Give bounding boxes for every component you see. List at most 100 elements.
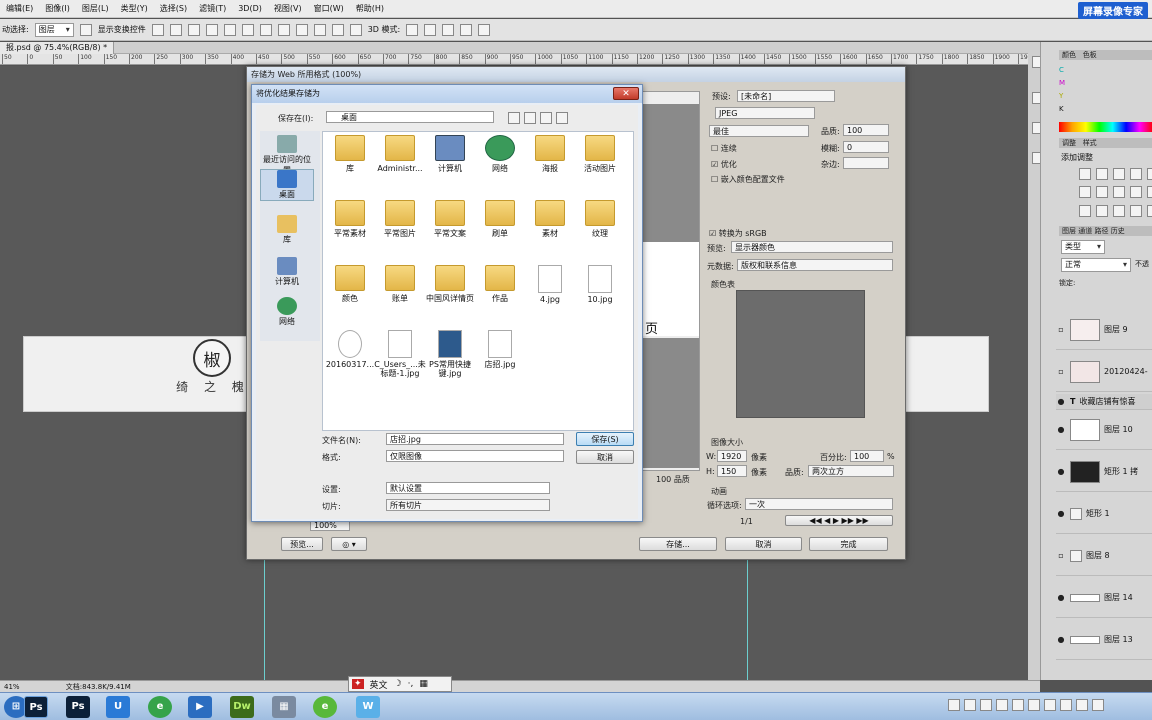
system-tray[interactable] (948, 699, 1148, 715)
tray-icon[interactable] (1012, 699, 1024, 711)
file-item[interactable]: 颜色 (322, 265, 378, 303)
file-item[interactable]: 平常文案 (422, 200, 478, 238)
preview-button[interactable]: 预览... (281, 537, 323, 551)
file-item[interactable]: 店招.jpg (472, 330, 528, 369)
tray-icon[interactable] (1028, 699, 1040, 711)
menu-select[interactable]: 选择(S) (154, 0, 193, 18)
distribute-left-icon[interactable] (313, 23, 326, 36)
auto-select-dropdown[interactable]: 图层 (34, 22, 74, 37)
taskbar-browser[interactable]: e (148, 696, 172, 718)
layer-row[interactable]: ● T 收藏店铺有惊喜 (1056, 394, 1152, 410)
embed-profile-checkbox[interactable]: ☐ 嵌入颜色配置文件 (711, 174, 785, 185)
eye-icon[interactable]: ● (1056, 635, 1066, 644)
quality-input[interactable]: 100 (843, 124, 889, 136)
show-transform-checkbox[interactable] (79, 23, 92, 36)
taskbar-dreamweaver[interactable]: Dw (230, 696, 254, 718)
taskbar-image-viewer[interactable]: ▦ (272, 696, 296, 718)
height-input[interactable]: 150 (717, 465, 747, 477)
eye-icon[interactable]: ● (1056, 467, 1066, 476)
menu-help[interactable]: 帮助(H) (350, 0, 390, 18)
align-center-icon[interactable] (223, 23, 236, 36)
align-left-icon[interactable] (205, 23, 218, 36)
tray-icon[interactable] (1044, 699, 1056, 711)
up-folder-icon[interactable] (524, 112, 536, 124)
menu-layer[interactable]: 图层(L) (76, 0, 115, 18)
optimized-checkbox[interactable]: ☑ 优化 (711, 159, 737, 170)
3d-rotate-icon[interactable] (406, 23, 419, 36)
menu-view[interactable]: 视图(V) (268, 0, 308, 18)
optimized-preview-pane[interactable]: 页 (642, 91, 700, 471)
save-in-dropdown[interactable]: 桌面 (326, 111, 494, 123)
file-item[interactable]: 素材 (522, 200, 578, 238)
file-item[interactable]: 海报 (522, 135, 578, 173)
layer-row[interactable]: ● 矩形 1 (1056, 494, 1152, 534)
loop-dropdown[interactable]: 一次 (745, 498, 893, 510)
visibility-off-icon[interactable]: ▫ (1056, 367, 1066, 376)
tray-icon[interactable] (964, 699, 976, 711)
tab-layers[interactable]: 图层 (1062, 227, 1076, 235)
tab-color[interactable]: 颜色 (1062, 51, 1076, 59)
file-item[interactable]: 账单 (372, 265, 428, 303)
taskbar-browser-green[interactable]: e (313, 696, 337, 718)
progressive-checkbox[interactable]: ☐ 连续 (711, 143, 737, 154)
file-item[interactable]: 活动图片 (572, 135, 628, 173)
distribute-right-icon[interactable] (349, 23, 362, 36)
layer-row[interactable]: ▫ 图层 9 (1056, 310, 1152, 350)
layer-row[interactable]: ● 矩形 1 拷 (1056, 452, 1152, 492)
file-item[interactable]: 20160317... (322, 330, 378, 369)
file-item[interactable]: Administr... (372, 135, 428, 173)
preset-dropdown[interactable]: [未命名] (737, 90, 835, 102)
status-zoom[interactable]: 41% (0, 683, 24, 691)
document-tab[interactable]: 报.psd @ 75.4%(RGB/8) * (0, 42, 115, 54)
filename-input[interactable]: 店招.jpg (386, 433, 564, 445)
file-item[interactable]: 纹理 (572, 200, 628, 238)
place-desktop[interactable]: 桌面 (260, 169, 314, 201)
menu-image[interactable]: 图像(I) (39, 0, 76, 18)
quality-level-dropdown[interactable]: 最佳 (709, 125, 809, 137)
ime-punct-icon[interactable]: ·, (408, 679, 414, 689)
eye-icon[interactable]: ● (1056, 509, 1066, 518)
tray-icon[interactable] (1060, 699, 1072, 711)
close-button[interactable]: ✕ (613, 87, 639, 100)
file-item[interactable]: 平常素材 (322, 200, 378, 238)
tray-icon[interactable] (996, 699, 1008, 711)
cancel-web-button[interactable]: 取消 (725, 537, 802, 551)
done-button[interactable]: 完成 (809, 537, 888, 551)
taskbar-player[interactable]: ▶ (188, 696, 212, 718)
browser-preview-dropdown[interactable]: ◎ ▾ (331, 537, 367, 551)
menu-window[interactable]: 窗口(W) (308, 0, 350, 18)
ime-logo-icon[interactable]: ✦ (352, 679, 364, 689)
distribute-bottom-icon[interactable] (295, 23, 308, 36)
tab-swatches[interactable]: 色板 (1083, 51, 1097, 59)
tray-icon[interactable] (1076, 699, 1088, 711)
cancel-button[interactable]: 取消 (576, 450, 634, 464)
new-folder-icon[interactable] (540, 112, 552, 124)
3d-scale-icon[interactable] (478, 23, 491, 36)
file-item[interactable]: 4.jpg (522, 265, 578, 304)
resample-dropdown[interactable]: 两次立方 (808, 465, 894, 477)
back-icon[interactable] (508, 112, 520, 124)
ime-mode-toggle[interactable]: 英文 (370, 678, 388, 691)
distribute-top-icon[interactable] (259, 23, 272, 36)
distribute-center-icon[interactable] (331, 23, 344, 36)
3d-roll-icon[interactable] (424, 23, 437, 36)
place-network[interactable]: 网络 (260, 297, 314, 327)
color-table[interactable] (736, 290, 865, 418)
tab-history[interactable]: 历史 (1111, 227, 1125, 235)
distribute-middle-icon[interactable] (277, 23, 290, 36)
color-spectrum-bar[interactable] (1059, 122, 1152, 132)
file-item[interactable]: 作品 (472, 265, 528, 303)
tab-paths[interactable]: 路径 (1094, 227, 1108, 235)
file-item[interactable]: 10.jpg (572, 265, 628, 304)
tab-styles[interactable]: 样式 (1083, 139, 1097, 147)
file-item[interactable]: 平常图片 (372, 200, 428, 238)
layer-row[interactable]: ▫ 图层 8 (1056, 536, 1152, 576)
taskbar-photoshop-active[interactable]: Ps (24, 696, 48, 718)
place-computer[interactable]: 计算机 (260, 257, 314, 287)
tab-channels[interactable]: 通道 (1078, 227, 1092, 235)
metadata-dropdown[interactable]: 版权和联系信息 (737, 259, 893, 271)
taskbar-app-u[interactable]: U (106, 696, 130, 718)
eye-icon[interactable]: ● (1056, 397, 1066, 406)
adjustment-icons-grid[interactable] (1079, 168, 1152, 218)
percent-input[interactable]: 100 (850, 450, 884, 462)
